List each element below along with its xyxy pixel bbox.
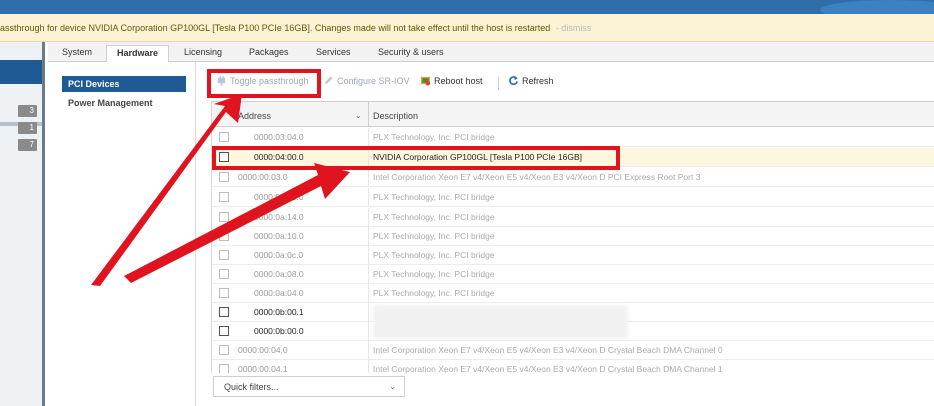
row-checkbox[interactable] xyxy=(219,212,229,222)
row-checkbox[interactable] xyxy=(219,345,229,355)
table-row[interactable]: 0000:0a:08.0 PLX Technology, Inc. PCI br… xyxy=(212,265,934,284)
restart-banner: assthrough for device NVIDIA Corporation… xyxy=(0,14,934,42)
toolbar-separator xyxy=(498,77,499,90)
cell-divider xyxy=(368,265,369,284)
row-checkbox[interactable] xyxy=(219,132,229,142)
row-checkbox[interactable] xyxy=(219,307,229,317)
sort-chevron-icon[interactable]: ⌄ xyxy=(355,111,362,120)
grid-header: Address ⌄ Description xyxy=(212,102,934,127)
table-row[interactable]: 0000:0b:00.1 xyxy=(212,303,934,339)
table-row[interactable]: 0000:0a:04.0 PLX Technology, Inc. PCI br… xyxy=(212,284,934,303)
subnav-item-power-management[interactable]: Power Management xyxy=(68,98,153,108)
table-row[interactable]: 0000:00:04.0 Intel Corporation Xeon E7 v… xyxy=(212,341,934,360)
row-checkbox[interactable] xyxy=(219,269,229,279)
column-header-description[interactable]: Description xyxy=(373,111,418,121)
table-row[interactable]: 0000:0a:14.0 PLX Technology, Inc. PCI br… xyxy=(212,208,934,227)
tab-bar: System Hardware Licensing Packages Servi… xyxy=(48,42,934,62)
table-row[interactable]: 0000:09:00.0 PLX Technology, Inc. PCI br… xyxy=(212,188,934,207)
hardware-subnav: PCI Devices Power Management xyxy=(48,62,196,406)
row-description: PLX Technology, Inc. PCI bridge xyxy=(373,212,495,222)
row-description: PLX Technology, Inc. PCI bridge xyxy=(373,269,495,279)
quick-filters-label: Quick filters... xyxy=(224,382,279,392)
row-checkbox[interactable] xyxy=(219,231,229,241)
table-row[interactable]: 0000:0a:0c.0 PLX Technology, Inc. PCI br… xyxy=(212,246,934,265)
tab-hardware[interactable]: Hardware xyxy=(106,45,170,62)
row-address: 0000:00:04.1 xyxy=(238,364,288,373)
reboot-host-button[interactable]: Reboot host xyxy=(420,75,483,86)
subnav-item-pci-devices[interactable]: PCI Devices xyxy=(62,76,186,92)
row-checkbox[interactable] xyxy=(219,192,229,202)
tab-licensing[interactable]: Licensing xyxy=(184,45,222,62)
table-row[interactable]: 0000:0a:10.0 PLX Technology, Inc. PCI br… xyxy=(212,227,934,246)
tab-services[interactable]: Services xyxy=(316,45,351,62)
tab-packages[interactable]: Packages xyxy=(249,45,289,62)
row-description: PLX Technology, Inc. PCI bridge xyxy=(373,192,495,202)
row-description: PLX Technology, Inc. PCI bridge xyxy=(373,250,495,260)
refresh-icon xyxy=(509,76,518,86)
chevron-down-icon: ⌄ xyxy=(389,382,396,391)
annotation-box-toggle-passthrough xyxy=(207,69,321,98)
cell-divider xyxy=(368,128,369,147)
row-checkbox[interactable] xyxy=(219,250,229,260)
row-description: Intel Corporation Xeon E7 v4/Xeon E5 v4/… xyxy=(373,172,701,182)
cell-divider xyxy=(368,341,369,360)
row-address: 0000:0a:08.0 xyxy=(254,269,304,279)
tab-system[interactable]: System xyxy=(62,45,92,62)
row-description: PLX Technology, Inc. PCI bridge xyxy=(373,231,495,241)
tab-security-users[interactable]: Security & users xyxy=(378,45,444,62)
cell-divider xyxy=(368,188,369,207)
banner-message: assthrough for device NVIDIA Corporation… xyxy=(0,23,551,33)
cell-divider xyxy=(368,322,369,341)
banner-dismiss-link[interactable]: - dismiss xyxy=(556,23,592,33)
top-bar xyxy=(0,0,934,20)
cell-divider xyxy=(368,303,369,322)
count-badge: 7 xyxy=(18,139,37,151)
row-checkbox[interactable] xyxy=(219,172,229,182)
row-address: 0000:00:03.0 xyxy=(238,172,288,182)
row-address: 0000:00:04.0 xyxy=(238,345,288,355)
pci-devices-grid: Address ⌄ Description 0000:03:04.0 PLX T… xyxy=(211,101,934,373)
count-badge: 3 xyxy=(18,105,37,117)
table-row[interactable]: 0000:03:04.0 PLX Technology, Inc. PCI br… xyxy=(212,128,934,147)
cell-divider xyxy=(368,168,369,187)
row-description: PLX Technology, Inc. PCI bridge xyxy=(373,288,495,298)
row-address: 0000:0a:04.0 xyxy=(254,288,304,298)
row-address: 0000:0a:0c.0 xyxy=(254,250,304,260)
table-row[interactable]: 0000:00:03.0 Intel Corporation Xeon E7 v… xyxy=(212,168,934,187)
row-address: 0000:0a:10.0 xyxy=(254,231,304,241)
table-row[interactable]: 0000:00:04.1 Intel Corporation Xeon E7 v… xyxy=(212,360,934,373)
count-badge: 1 xyxy=(18,122,37,134)
table-row[interactable]: 0000:0b:00.0 xyxy=(212,322,934,341)
cell-divider xyxy=(368,208,369,227)
row-description: Intel Corporation Xeon E7 v4/Xeon E5 v4/… xyxy=(373,345,723,355)
row-address: 0000:0b:00.0 xyxy=(254,326,304,336)
row-address: 0000:03:04.0 xyxy=(254,132,304,142)
row-checkbox[interactable] xyxy=(219,326,229,336)
navigator-selected-item[interactable] xyxy=(0,60,42,84)
cell-divider xyxy=(368,284,369,303)
row-checkbox[interactable] xyxy=(219,288,229,298)
refresh-label: Refresh xyxy=(522,76,554,86)
configure-sriov-button[interactable]: Configure SR-IOV xyxy=(323,75,410,86)
refresh-button[interactable]: Refresh xyxy=(508,75,554,86)
cell-divider xyxy=(368,360,369,373)
annotation-box-nvidia-row xyxy=(212,146,620,170)
pencil-icon xyxy=(324,76,333,85)
row-description: Intel Corporation Xeon E7 v4/Xeon E5 v4/… xyxy=(373,364,723,373)
row-address: 0000:09:00.0 xyxy=(254,192,304,202)
row-address: 0000:0a:14.0 xyxy=(254,212,304,222)
configure-sriov-label: Configure SR-IOV xyxy=(337,76,410,86)
row-description: PLX Technology, Inc. PCI bridge xyxy=(373,132,495,142)
row-checkbox[interactable] xyxy=(219,364,229,373)
reboot-icon xyxy=(420,76,431,86)
reboot-host-label: Reboot host xyxy=(434,76,483,86)
quick-filters-dropdown[interactable]: Quick filters... ⌄ xyxy=(213,376,405,397)
column-divider xyxy=(368,102,369,127)
navigator-sidebar: 3 1 7 xyxy=(0,42,45,406)
cell-divider xyxy=(368,246,369,265)
row-address: 0000:0b:00.1 xyxy=(254,307,304,317)
cell-divider xyxy=(368,227,369,246)
column-header-address[interactable]: Address xyxy=(238,111,271,121)
